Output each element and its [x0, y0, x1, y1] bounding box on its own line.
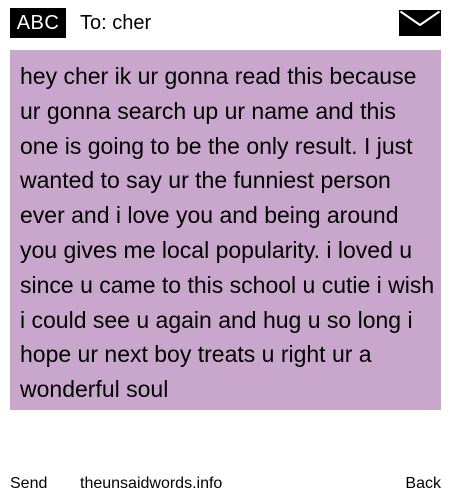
message-header: ABC To: cher [0, 0, 450, 46]
to-label: To: [80, 12, 107, 34]
recipient-field[interactable]: To: cher [80, 8, 151, 38]
send-button[interactable]: Send [10, 470, 47, 498]
envelope-icon [399, 10, 441, 36]
message-body[interactable]: hey cher ik ur gonna read this because u… [20, 59, 438, 407]
back-button[interactable]: Back [405, 470, 441, 498]
site-label: theunsaidwords.info [80, 475, 223, 492]
softkey-bar: Send theunsaidwords.info Back [0, 470, 450, 498]
recipient-name: cher [112, 12, 152, 34]
input-mode-badge[interactable]: ABC [10, 8, 66, 38]
